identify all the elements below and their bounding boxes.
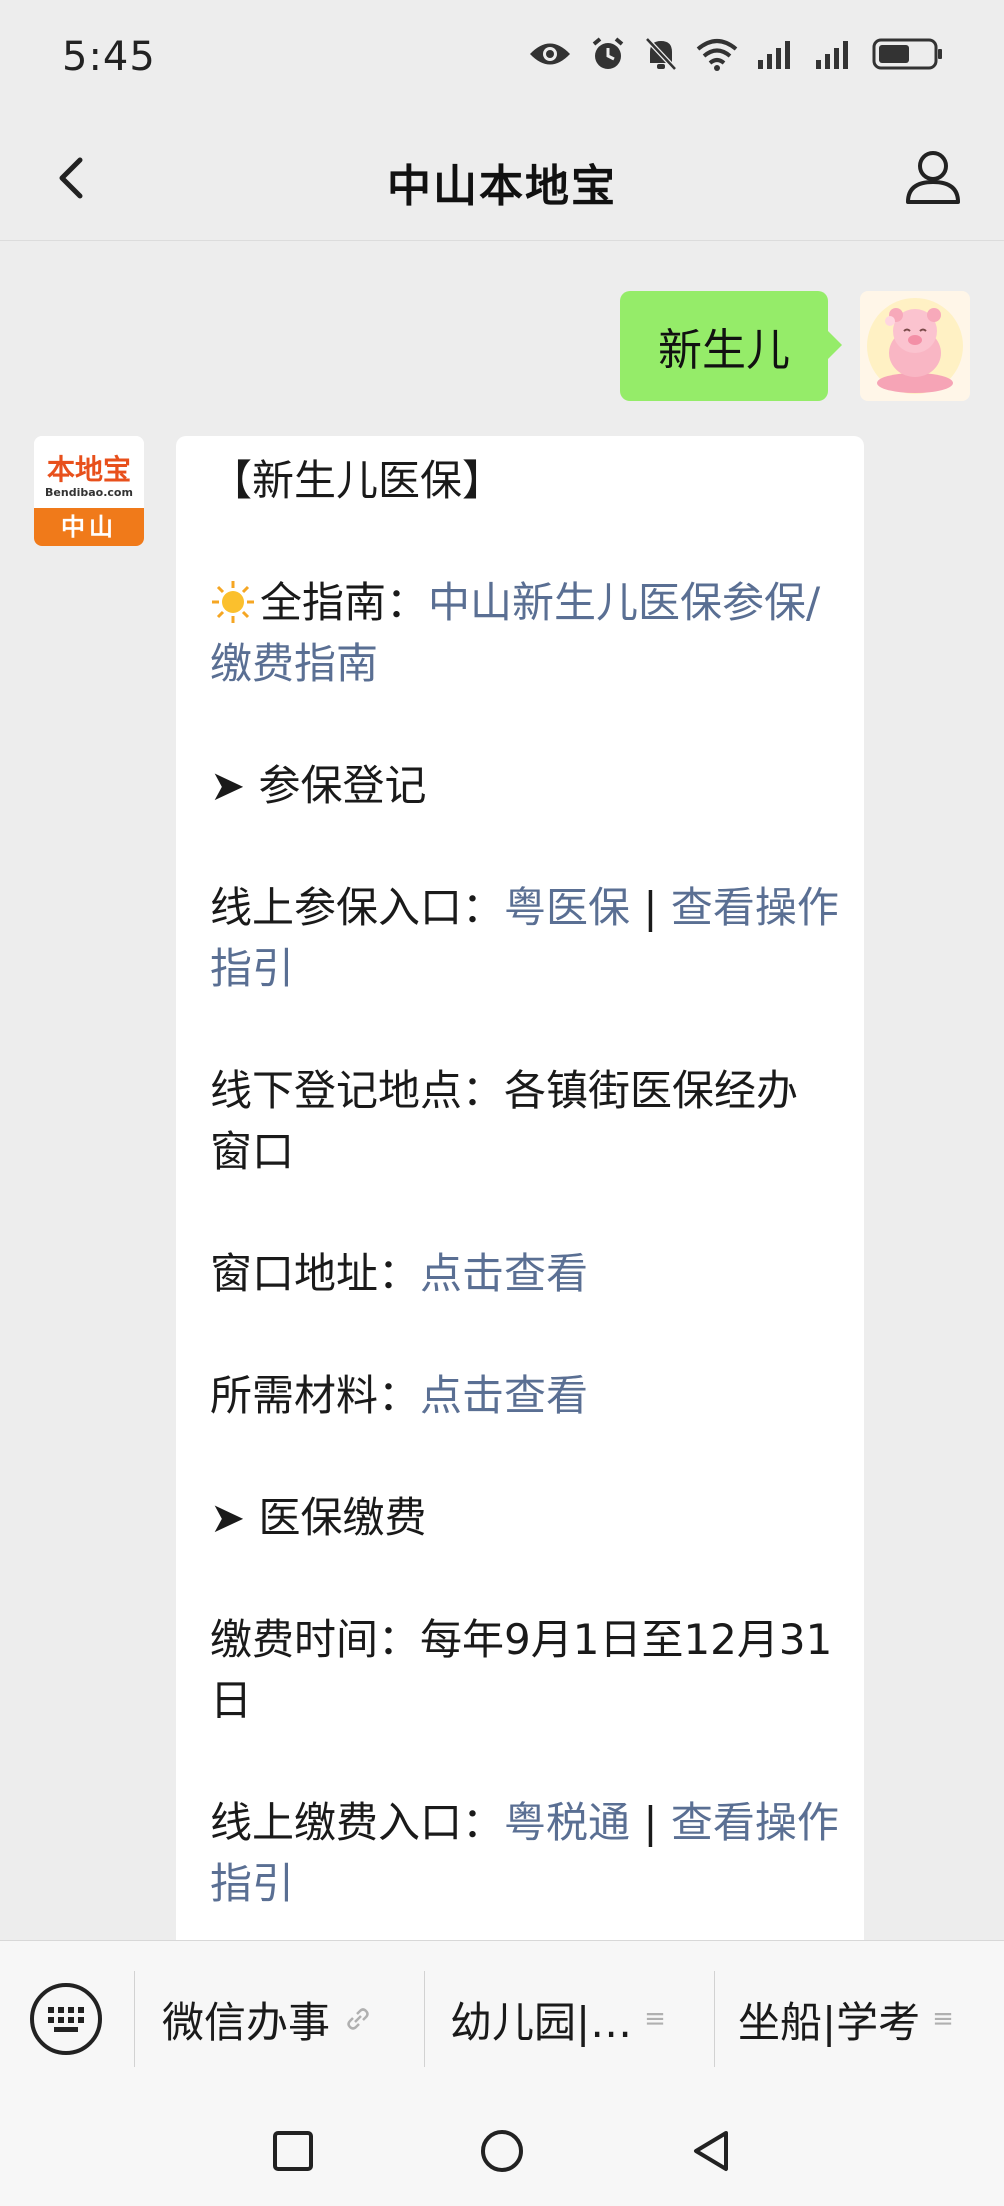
- bot-avatar-top: 本地宝 Bendibao.com: [34, 436, 144, 506]
- person-icon[interactable]: [900, 144, 966, 210]
- service-menu-bar: 微信办事 幼儿园|… ≡ 坐船|学考 ≡: [0, 1940, 1004, 2095]
- eye-icon: [530, 43, 570, 65]
- menu-divider: [424, 1971, 425, 2067]
- online-registration-label: 线上参保入口：: [210, 883, 505, 932]
- outgoing-message-bubble[interactable]: 新生儿: [620, 291, 842, 401]
- yue-yibao-link[interactable]: 粤医保: [504, 883, 630, 932]
- bot-avatar[interactable]: 本地宝 Bendibao.com 中山: [34, 436, 144, 546]
- window-address-label: 窗口地址：: [210, 1249, 421, 1298]
- menu-divider: [714, 1971, 715, 2067]
- link-separator: |: [630, 883, 671, 932]
- keyboard-icon[interactable]: [28, 1981, 104, 2057]
- menu-lines-icon: ≡: [932, 2004, 954, 2034]
- guide-label: 全指南：: [260, 578, 429, 627]
- incoming-message-text: 【新生儿医保】 全指南：中山新生儿医保参保/缴费指南 ➤ 参保登记 线上参保入口…: [210, 450, 840, 1914]
- materials-line: 所需材料：点击查看: [210, 1365, 840, 1426]
- back-icon[interactable]: [688, 2128, 734, 2174]
- status-bar: 5:45: [0, 0, 1004, 116]
- materials-link[interactable]: 点击查看: [420, 1371, 588, 1420]
- menu-item-kindergarten[interactable]: 幼儿园|… ≡: [450, 1981, 666, 2057]
- menu-item-label: 幼儿园|…: [450, 1997, 633, 2047]
- page-title: 中山本地宝: [387, 161, 617, 212]
- menu-divider: [134, 1971, 135, 2067]
- system-nav-bar: [0, 2094, 1004, 2206]
- payment-time-label: 缴费时间：: [210, 1615, 421, 1664]
- wifi-icon: [696, 39, 738, 71]
- payment-time-line: 缴费时间：每年9月1日至12月31日: [210, 1609, 840, 1731]
- link-icon: [347, 2008, 369, 2030]
- online-payment-label: 线上缴费入口：: [210, 1798, 505, 1847]
- online-registration-line: 线上参保入口：粤医保 | 查看操作指引: [210, 877, 840, 999]
- status-icons: [528, 36, 944, 72]
- offline-registration-label: 线下登记地点：: [210, 1066, 505, 1115]
- recent-apps-icon[interactable]: [270, 2128, 316, 2174]
- offline-registration-line: 线下登记地点：各镇街医保经办窗口: [210, 1060, 840, 1182]
- online-payment-line: 线上缴费入口：粤税通 | 查看操作指引: [210, 1792, 840, 1914]
- window-address-link[interactable]: 点击查看: [420, 1249, 588, 1298]
- message-title: 【新生儿医保】: [210, 456, 505, 505]
- menu-item-ferry-exam[interactable]: 坐船|学考 ≡: [738, 1981, 954, 2057]
- menu-lines-icon: ≡: [644, 2004, 666, 2034]
- signal-icon: [758, 41, 790, 69]
- yue-shuitong-link[interactable]: 粤税通: [504, 1798, 630, 1847]
- pig-avatar-icon: [867, 298, 963, 394]
- chat-header: 中山本地宝: [0, 116, 1004, 241]
- menu-item-label: 微信办事: [162, 1997, 331, 2047]
- user-avatar[interactable]: [860, 291, 970, 401]
- window-address-line: 窗口地址：点击查看: [210, 1243, 840, 1304]
- outgoing-message-text: 新生儿: [658, 325, 790, 376]
- menu-item-wechat-service[interactable]: 微信办事: [162, 1981, 372, 2057]
- alarm-icon: [592, 37, 624, 69]
- link-separator: |: [630, 1798, 671, 1847]
- bot-logo-text: 本地宝: [46, 453, 131, 486]
- section-payment: ➤ 医保缴费: [210, 1493, 427, 1542]
- battery-icon: [872, 38, 942, 70]
- menu-item-label: 坐船|学考: [738, 1997, 921, 2047]
- home-icon[interactable]: [479, 2128, 525, 2174]
- bell-muted-icon: [645, 37, 677, 71]
- signal-icon: [816, 41, 848, 69]
- bot-city-label: 中山: [34, 508, 144, 546]
- guide-line: 全指南：中山新生儿医保参保/缴费指南: [210, 572, 840, 694]
- sun-icon: [212, 581, 254, 623]
- materials-label: 所需材料：: [210, 1371, 421, 1420]
- status-time: 5:45: [62, 34, 156, 80]
- section-registration: ➤ 参保登记: [210, 761, 427, 810]
- bot-logo-subtext: Bendibao.com: [45, 486, 133, 499]
